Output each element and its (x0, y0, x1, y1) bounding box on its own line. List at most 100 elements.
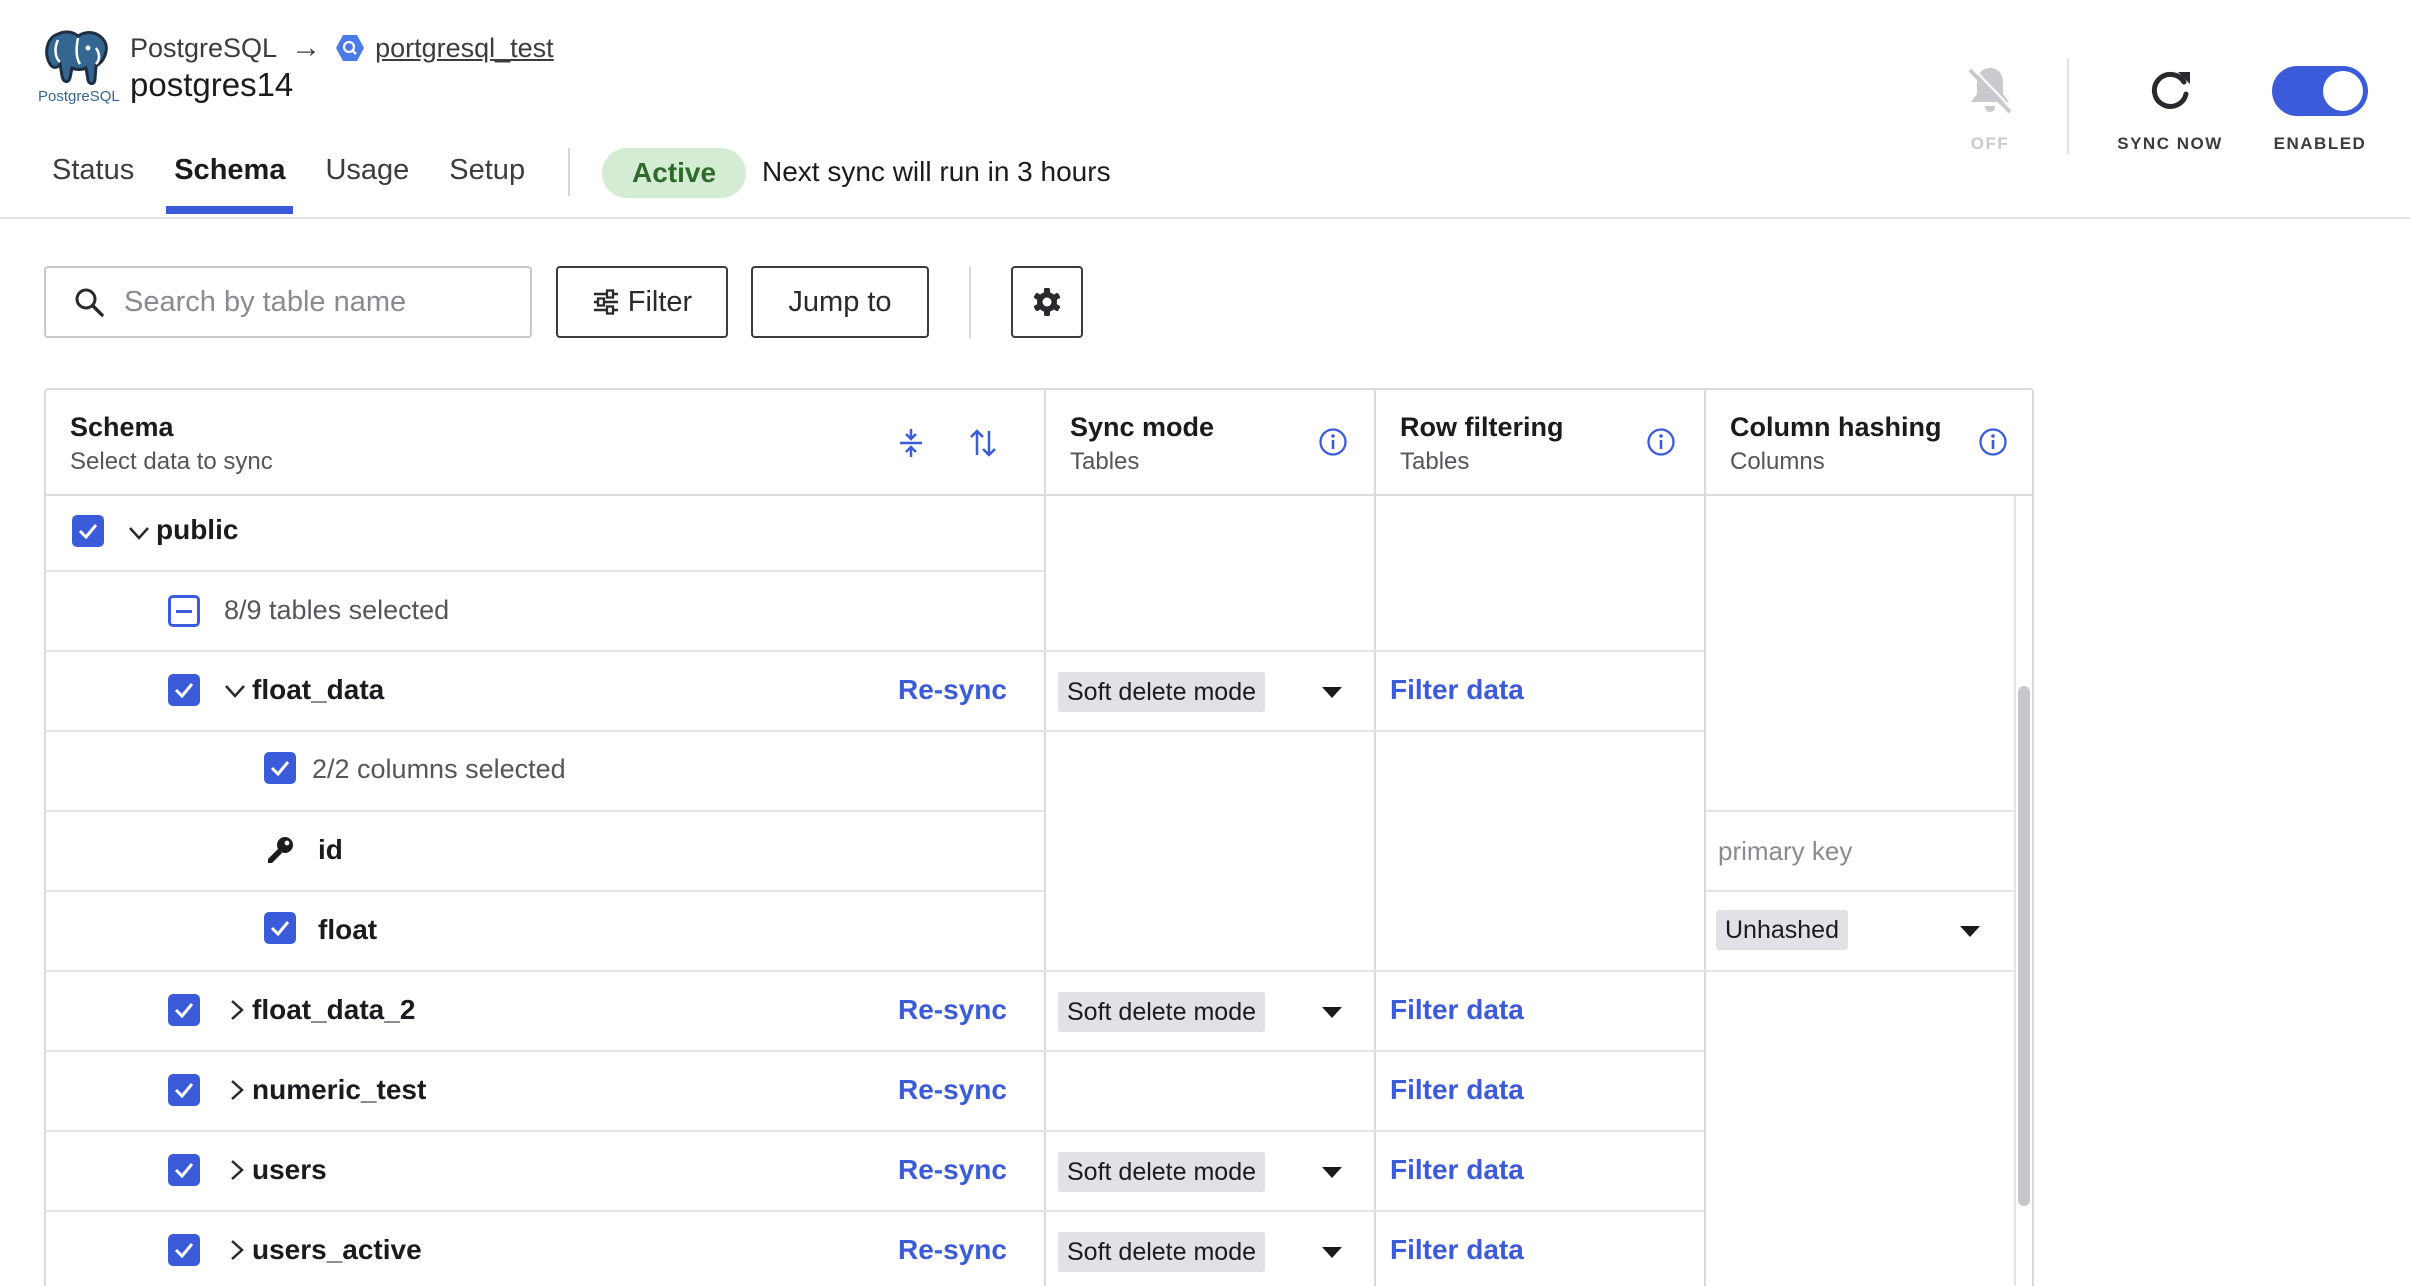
sync-now-label: SYNC NOW (2117, 134, 2223, 153)
logo-text: PostgreSQL (38, 88, 120, 105)
row-divider (1044, 1050, 1704, 1052)
row-divider (46, 1130, 1044, 1132)
filter-data-link[interactable]: Filter data (1390, 994, 1524, 1026)
chevron-down-icon[interactable] (224, 680, 246, 702)
caret-down-icon[interactable] (1322, 1007, 1342, 1018)
info-icon[interactable] (1318, 427, 1348, 457)
header-divider (2067, 58, 2069, 154)
breadcrumb: PostgreSQL → portgresql_test (130, 30, 554, 66)
check-icon (174, 1083, 194, 1098)
filter-data-link[interactable]: Filter data (1390, 674, 1524, 706)
caret-down-icon[interactable] (1322, 687, 1342, 698)
primary-key-label: primary key (1718, 836, 1853, 866)
table-header: Schema Select data to sync Sync mode Tab… (46, 390, 2032, 496)
row-filtering-column-header: Row filtering Tables (1376, 390, 1704, 494)
resync-link[interactable]: Re-sync (898, 1074, 1007, 1106)
check-icon (78, 524, 98, 539)
bigquery-icon (336, 35, 365, 61)
table-checkbox-float-data[interactable] (168, 674, 200, 706)
chevron-right-icon[interactable] (226, 1239, 248, 1261)
column-checkbox-float[interactable] (264, 912, 296, 944)
filter-data-link[interactable]: Filter data (1390, 1074, 1524, 1106)
tables-selected-note: 8/9 tables selected (224, 595, 450, 625)
jump-to-button[interactable]: Jump to (751, 266, 929, 338)
tab-setup[interactable]: Setup (449, 150, 525, 218)
row-filtering-header-subtitle: Tables (1400, 448, 1470, 475)
sync-mode-select[interactable]: Soft delete mode (1058, 992, 1266, 1032)
sort-icon[interactable] (968, 428, 998, 458)
hashing-select[interactable]: Unhashed (1716, 910, 1848, 950)
columns-select-all-checkbox[interactable] (264, 752, 296, 784)
column-divider (1704, 390, 1706, 1286)
sliders-icon (593, 289, 618, 315)
schema-name: public (156, 514, 239, 545)
schema-header-subtitle: Select data to sync (70, 448, 273, 475)
column-name: id (318, 834, 343, 865)
info-icon[interactable] (1978, 427, 2008, 457)
check-icon (270, 761, 290, 776)
resync-link[interactable]: Re-sync (898, 994, 1007, 1026)
settings-button[interactable] (1011, 266, 1083, 338)
table-checkbox-float-data-2[interactable] (168, 994, 200, 1026)
column-hashing-column-header: Column hashing Columns (1706, 390, 2032, 494)
header-divider-line (0, 217, 2410, 219)
row-divider (1706, 810, 2014, 812)
breadcrumb-destination-link[interactable]: portgresql_test (375, 33, 554, 64)
gear-icon (1033, 288, 1061, 316)
sync-mode-select[interactable]: Soft delete mode (1058, 1232, 1266, 1272)
table-name: numeric_test (252, 1074, 427, 1105)
table-name: float_data_2 (252, 994, 416, 1025)
caret-down-icon[interactable] (1960, 926, 1980, 937)
sync-mode-select[interactable]: Soft delete mode (1058, 672, 1266, 712)
table-checkbox-numeric-test[interactable] (168, 1074, 200, 1106)
row-divider (1044, 1130, 1704, 1132)
sync-now-button[interactable]: SYNC NOW (2110, 60, 2230, 154)
status-badge: Active (602, 148, 746, 198)
row-divider (46, 810, 1044, 812)
row-divider (46, 970, 2014, 972)
row-divider (46, 570, 1044, 572)
scrollbar-thumb[interactable] (2018, 686, 2030, 1206)
table-name: users (252, 1154, 327, 1185)
sync-mode-select[interactable]: Soft delete mode (1058, 1152, 1266, 1192)
table-checkbox-users-active[interactable] (168, 1234, 200, 1266)
notifications-label: OFF (1970, 134, 2010, 153)
filter-data-link[interactable]: Filter data (1390, 1154, 1524, 1186)
enabled-toggle[interactable] (2272, 66, 2368, 116)
row-divider (1044, 730, 1704, 732)
search-input[interactable] (124, 285, 514, 319)
chevron-right-icon[interactable] (226, 1079, 248, 1101)
resync-link[interactable]: Re-sync (898, 674, 1007, 706)
columns-selected-note: 2/2 columns selected (312, 754, 566, 784)
row-divider (1706, 890, 2014, 892)
postgresql-logo: PostgreSQL (38, 28, 120, 112)
check-icon (270, 921, 290, 936)
tables-select-all-checkbox[interactable] (168, 595, 200, 627)
tab-usage[interactable]: Usage (325, 150, 409, 218)
schema-checkbox[interactable] (72, 515, 104, 547)
info-icon[interactable] (1646, 427, 1676, 457)
notifications-toggle[interactable]: OFF (1950, 60, 2030, 154)
check-icon (174, 1003, 194, 1018)
tab-schema[interactable]: Schema (166, 150, 294, 218)
breadcrumb-source: PostgreSQL (130, 32, 278, 63)
check-icon (174, 683, 194, 698)
scrollbar-track[interactable] (2014, 496, 2016, 1286)
tab-status[interactable]: Status (52, 150, 134, 218)
bell-off-icon (1968, 67, 2014, 114)
column-hashing-header-subtitle: Columns (1730, 448, 1825, 475)
chevron-right-icon[interactable] (226, 999, 248, 1021)
caret-down-icon[interactable] (1322, 1247, 1342, 1258)
enabled-label: ENABLED (2273, 134, 2367, 153)
filter-button[interactable]: Filter (556, 266, 728, 338)
chevron-down-icon[interactable] (128, 522, 150, 544)
resync-link[interactable]: Re-sync (898, 1234, 1007, 1266)
tab-divider (568, 148, 570, 196)
collapse-all-icon[interactable] (896, 428, 926, 458)
table-checkbox-users[interactable] (168, 1154, 200, 1186)
resync-link[interactable]: Re-sync (898, 1154, 1007, 1186)
chevron-right-icon[interactable] (226, 1159, 248, 1181)
table-name: float_data (252, 674, 385, 705)
filter-data-link[interactable]: Filter data (1390, 1234, 1524, 1266)
caret-down-icon[interactable] (1322, 1167, 1342, 1178)
